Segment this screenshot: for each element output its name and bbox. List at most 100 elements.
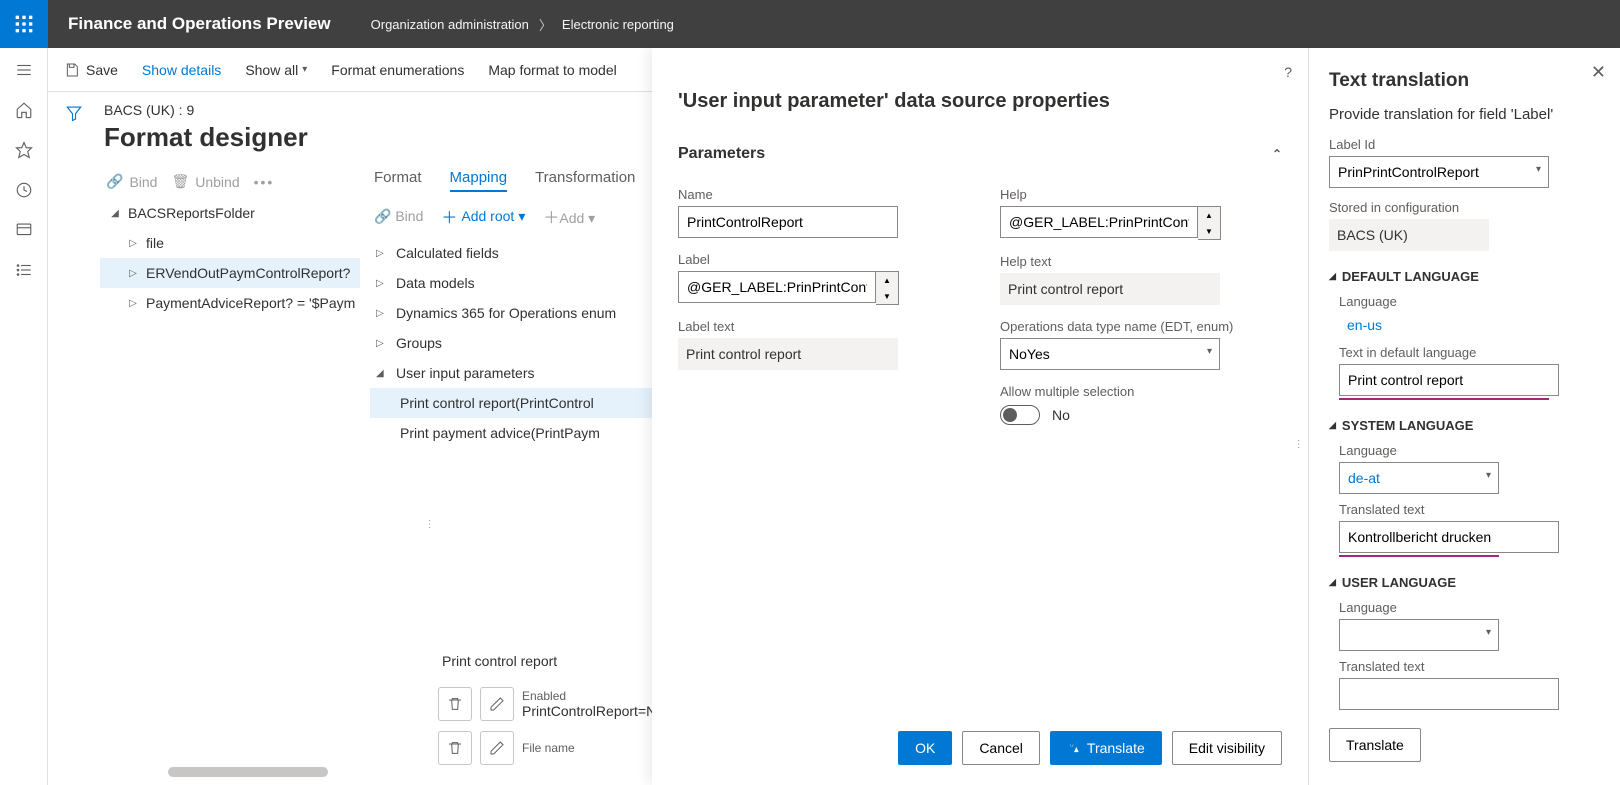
tree-node-label: Print payment advice(PrintPaym <box>400 425 600 441</box>
spin-down-button[interactable]: ▼ <box>876 288 898 304</box>
bind-label: Bind <box>395 208 423 224</box>
edt-select[interactable] <box>1000 338 1220 370</box>
more-button[interactable]: ••• <box>254 174 275 190</box>
label-id-select[interactable] <box>1329 156 1549 188</box>
caret-right-icon: ▷ <box>128 298 138 309</box>
tree-node[interactable]: ▷PaymentAdviceReport? = '$Paym <box>100 288 360 318</box>
tree-node-label: file <box>146 235 164 251</box>
section-header[interactable]: Parameters ⌃ <box>678 135 1282 173</box>
caret-right-icon: ▷ <box>128 268 138 279</box>
caret-down-icon: ◢ <box>110 208 120 219</box>
help-icon[interactable]: ? <box>1284 64 1292 80</box>
edit-button[interactable] <box>480 687 514 721</box>
group-header-user[interactable]: ◢USER LANGUAGE <box>1329 575 1600 590</box>
edit-button[interactable] <box>480 731 514 765</box>
user-text-input[interactable] <box>1339 678 1559 710</box>
name-input[interactable] <box>678 206 898 238</box>
show-details-button[interactable]: Show details <box>142 62 221 78</box>
tree-node-selected[interactable]: ▷ERVendOutPaymControlReport? <box>100 258 360 288</box>
group-header-default[interactable]: ◢DEFAULT LANGUAGE <box>1329 269 1600 284</box>
field-system-text: Translated text <box>1339 502 1600 557</box>
label-input[interactable] <box>678 271 876 303</box>
highlight-underline <box>1339 555 1499 557</box>
field-label: Label ▲▼ <box>678 252 960 305</box>
plus-icon: ＋ <box>543 210 559 227</box>
tree-node-label: Calculated fields <box>396 245 499 261</box>
cancel-button[interactable]: Cancel <box>962 731 1040 765</box>
close-button[interactable]: ✕ <box>1591 62 1606 83</box>
hamburger-icon[interactable] <box>14 60 34 80</box>
help-input[interactable] <box>1000 206 1198 238</box>
field-system-lang: Language ▾ <box>1339 443 1600 494</box>
field-help: Help ▲▼ <box>1000 187 1282 240</box>
system-text-input[interactable] <box>1339 521 1559 553</box>
bind-button[interactable]: 🔗 Bind <box>374 208 423 225</box>
map-format-button[interactable]: Map format to model <box>488 62 616 78</box>
show-all-button[interactable]: Show all▾ <box>245 62 307 78</box>
list-icon[interactable] <box>14 260 34 280</box>
toggle-switch[interactable] <box>1000 405 1040 425</box>
add-root-button[interactable]: ＋Add root ▾ <box>441 204 525 228</box>
unbind-button[interactable]: 🗑 Unbind <box>171 173 239 190</box>
home-icon[interactable] <box>14 100 34 120</box>
spin-up-button[interactable]: ▲ <box>1198 207 1220 223</box>
chevron-up-icon: ⌃ <box>1272 147 1282 161</box>
field-edt: Operations data type name (EDT, enum) ▾ <box>1000 319 1282 370</box>
field-label: Help text <box>1000 254 1282 269</box>
group-header-system[interactable]: ◢SYSTEM LANGUAGE <box>1329 418 1600 433</box>
translate-button[interactable]: Translate <box>1050 731 1162 765</box>
topbar: Finance and Operations Preview Organizat… <box>0 0 1620 48</box>
caret-right-icon: ▷ <box>376 278 386 289</box>
tab-transform[interactable]: Transformation <box>535 169 635 192</box>
app-title: Finance and Operations Preview <box>48 14 351 34</box>
clock-icon[interactable] <box>14 180 34 200</box>
default-text-input[interactable] <box>1339 364 1559 396</box>
breadcrumb: Organization administration 〉 Electronic… <box>351 15 674 34</box>
spin-down-button[interactable]: ▼ <box>1198 223 1220 239</box>
breadcrumb-item[interactable]: Organization administration <box>371 17 529 32</box>
field-label: Translated text <box>1339 502 1600 517</box>
add-button[interactable]: ＋Add ▾ <box>543 204 595 228</box>
spinner-buttons: ▲▼ <box>1198 206 1221 240</box>
star-icon[interactable] <box>14 140 34 160</box>
tree-node-label: Data models <box>396 275 475 291</box>
delete-button[interactable] <box>438 687 472 721</box>
horizontal-scrollbar[interactable] <box>168 767 328 777</box>
waffle-button[interactable] <box>0 0 48 48</box>
pencil-icon <box>489 740 505 756</box>
save-icon <box>64 62 80 78</box>
splitter-handle[interactable]: ⫶ <box>428 518 431 533</box>
save-button[interactable]: Save <box>64 62 118 78</box>
format-enum-button[interactable]: Format enumerations <box>331 62 464 78</box>
delete-button[interactable] <box>438 731 472 765</box>
lang-link[interactable]: en-us <box>1339 313 1390 337</box>
group-label: USER LANGUAGE <box>1342 575 1456 590</box>
module-icon[interactable] <box>14 220 34 240</box>
filter-icon[interactable] <box>65 104 83 122</box>
field-user-text: Translated text <box>1339 659 1600 710</box>
panel-title: Text translation <box>1329 70 1600 92</box>
edit-visibility-button[interactable]: Edit visibility <box>1172 731 1282 765</box>
tree-node[interactable]: ▷file <box>100 228 360 258</box>
properties-panel: ? 'User input parameter' data source pro… <box>652 48 1308 785</box>
splitter-handle[interactable]: ⫶ <box>1297 438 1300 453</box>
unbind-label: Unbind <box>195 174 239 190</box>
tree-node-label: Print control report(PrintControl <box>400 395 594 411</box>
bind-button[interactable]: 🔗 Bind <box>106 173 157 190</box>
help-text-value: Print control report <box>1000 273 1220 305</box>
field-label: Label <box>678 252 960 267</box>
button-row: OK Cancel Translate Edit visibility <box>898 731 1282 765</box>
translate-button[interactable]: Translate <box>1329 728 1421 762</box>
caret-right-icon: ▷ <box>376 308 386 319</box>
field-label: Language <box>1339 600 1600 615</box>
tree-node[interactable]: ◢BACSReportsFolder <box>100 198 360 228</box>
system-lang-select[interactable] <box>1339 462 1499 494</box>
user-lang-select[interactable] <box>1339 619 1499 651</box>
field-label: Allow multiple selection <box>1000 384 1282 399</box>
tab-format[interactable]: Format <box>374 169 422 192</box>
ok-button[interactable]: OK <box>898 731 952 765</box>
save-label: Save <box>86 62 118 78</box>
tab-mapping[interactable]: Mapping <box>450 169 508 192</box>
breadcrumb-item[interactable]: Electronic reporting <box>562 17 674 32</box>
spin-up-button[interactable]: ▲ <box>876 272 898 288</box>
